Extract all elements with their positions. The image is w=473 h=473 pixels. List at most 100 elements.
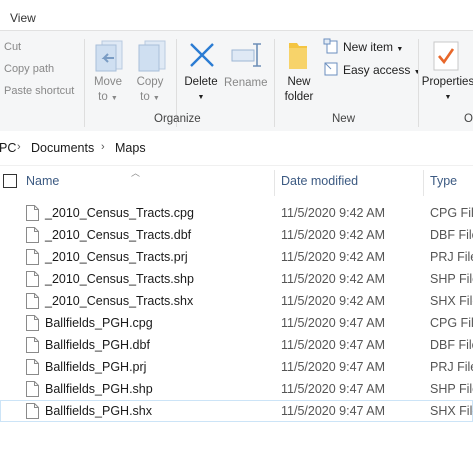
column-header-row: ︿ Name Date modified Type	[0, 166, 473, 198]
breadcrumb-root[interactable]: PC	[0, 141, 16, 155]
chevron-right-icon[interactable]: ›	[101, 141, 105, 153]
new-group-label: New	[332, 113, 356, 125]
file-date-modified: 11/5/2020 9:42 AM	[281, 228, 386, 242]
column-header-type[interactable]: Type	[430, 174, 457, 188]
file-type: SHP File	[430, 382, 473, 396]
delete-x-icon	[188, 41, 216, 74]
easy-access-button[interactable]: Easy access ▼	[343, 63, 421, 77]
file-row[interactable]: _2010_Census_Tracts.dbf 11/5/2020 9:42 AM…	[0, 224, 473, 246]
file-type: CPG File	[430, 316, 473, 330]
sort-up-icon: ︿	[131, 168, 141, 178]
file-date-modified: 11/5/2020 9:47 AM	[281, 404, 386, 418]
breadcrumb-maps[interactable]: Maps	[115, 141, 146, 155]
file-name: _2010_Census_Tracts.cpg	[45, 206, 194, 220]
cut-button[interactable]: Cut	[4, 41, 21, 53]
file-name: _2010_Census_Tracts.shx	[45, 294, 194, 308]
generic-file-icon	[26, 337, 39, 358]
easy-access-icon	[323, 61, 339, 82]
generic-file-icon	[26, 205, 39, 226]
generic-file-icon	[26, 403, 39, 424]
file-date-modified: 11/5/2020 9:42 AM	[281, 206, 386, 220]
generic-file-icon	[26, 227, 39, 248]
file-name: _2010_Census_Tracts.prj	[45, 250, 188, 264]
ribbon-separator	[84, 39, 85, 127]
copy-to-label-line1: Copy	[136, 76, 164, 88]
file-row[interactable]: _2010_Census_Tracts.prj 11/5/2020 9:42 AM…	[0, 246, 473, 268]
delete-label: Delete	[184, 76, 218, 88]
breadcrumb-documents[interactable]: Documents	[31, 141, 94, 155]
file-date-modified: 11/5/2020 9:42 AM	[281, 272, 386, 286]
copy-path-button[interactable]: Copy path	[4, 63, 54, 75]
organize-group-label: Organize	[154, 113, 201, 125]
copy-to-icon	[137, 39, 167, 78]
new-item-label: New item	[343, 40, 394, 54]
easy-access-label: Easy access	[343, 63, 411, 77]
column-header-name[interactable]: Name	[26, 174, 59, 188]
file-type: DBF File	[430, 338, 473, 352]
ribbon: Cut Copy path Paste shortcut Move to ▼ C…	[0, 30, 473, 132]
generic-file-icon	[26, 249, 39, 270]
open-group-label: O	[464, 113, 473, 125]
copy-to-label-line2: to	[140, 91, 150, 103]
move-to-icon	[94, 39, 124, 78]
file-name: Ballfields_PGH.cpg	[45, 316, 153, 330]
new-folder-label-line1: New	[287, 76, 311, 88]
properties-label: Properties	[421, 76, 473, 88]
file-date-modified: 11/5/2020 9:47 AM	[281, 360, 386, 374]
file-date-modified: 11/5/2020 9:42 AM	[281, 250, 386, 264]
file-type: CPG File	[430, 206, 473, 220]
new-item-button[interactable]: New item ▼	[343, 40, 403, 54]
ribbon-tab-strip: View	[0, 0, 473, 30]
chevron-right-icon[interactable]: ›	[17, 141, 21, 153]
generic-file-icon	[26, 381, 39, 402]
tab-view[interactable]: View	[10, 11, 36, 25]
file-row[interactable]: _2010_Census_Tracts.shx 11/5/2020 9:42 AM…	[0, 290, 473, 312]
file-row[interactable]: _2010_Census_Tracts.shp 11/5/2020 9:42 AM…	[0, 268, 473, 290]
new-folder-label-line2: folder	[284, 91, 314, 103]
file-row[interactable]: Ballfields_PGH.dbf 11/5/2020 9:47 AM DBF F…	[0, 334, 473, 356]
file-row[interactable]: _2010_Census_Tracts.cpg 11/5/2020 9:42 AM…	[0, 202, 473, 224]
column-divider[interactable]	[274, 170, 275, 196]
delete-button[interactable]: Delete ▼	[181, 75, 221, 105]
file-name: _2010_Census_Tracts.shp	[45, 272, 194, 286]
file-row[interactable]: Ballfields_PGH.cpg 11/5/2020 9:47 AM CPG F…	[0, 312, 473, 334]
chevron-down-icon: ▼	[152, 95, 160, 102]
file-name: Ballfields_PGH.prj	[45, 360, 147, 374]
move-to-button[interactable]: Move to ▼	[90, 75, 126, 106]
chevron-down-icon: ▼	[197, 94, 205, 101]
rename-icon	[231, 41, 261, 74]
new-folder-button[interactable]: New folder	[280, 75, 318, 105]
generic-file-icon	[26, 359, 39, 380]
new-item-icon	[323, 38, 339, 59]
file-type: PRJ File	[430, 360, 473, 374]
select-all-checkbox[interactable]	[3, 174, 17, 188]
file-date-modified: 11/5/2020 9:47 AM	[281, 316, 386, 330]
move-to-label-line2: to	[98, 91, 108, 103]
file-row[interactable]: Ballfields_PGH.prj 11/5/2020 9:47 AM PRJ F…	[0, 356, 473, 378]
file-name: Ballfields_PGH.dbf	[45, 338, 150, 352]
column-header-date-modified[interactable]: Date modified	[281, 174, 358, 188]
paste-shortcut-button[interactable]: Paste shortcut	[4, 85, 74, 97]
chevron-down-icon: ▼	[444, 94, 452, 101]
chevron-down-icon: ▼	[396, 46, 404, 53]
file-type: SHX File	[430, 294, 473, 308]
file-row[interactable]: Ballfields_PGH.shx 11/5/2020 9:47 AM SHX F…	[0, 400, 473, 422]
ribbon-separator	[418, 39, 419, 127]
rename-button[interactable]: Rename	[224, 76, 267, 91]
file-name: Ballfields_PGH.shp	[45, 382, 153, 396]
properties-check-icon	[432, 40, 460, 77]
chevron-down-icon: ▼	[110, 95, 118, 102]
file-row[interactable]: Ballfields_PGH.shp 11/5/2020 9:47 AM SHP F…	[0, 378, 473, 400]
file-date-modified: 11/5/2020 9:47 AM	[281, 382, 386, 396]
address-bar[interactable]: PC › Documents › Maps	[0, 131, 473, 166]
column-divider[interactable]	[423, 170, 424, 196]
copy-to-button[interactable]: Copy to ▼	[132, 75, 168, 106]
folder-icon	[287, 39, 309, 76]
generic-file-icon	[26, 293, 39, 314]
file-name: _2010_Census_Tracts.dbf	[45, 228, 192, 242]
generic-file-icon	[26, 315, 39, 336]
file-date-modified: 11/5/2020 9:47 AM	[281, 338, 386, 352]
move-to-label-line1: Move	[93, 76, 123, 88]
properties-button[interactable]: Properties ▼	[420, 75, 473, 105]
file-type: DBF File	[430, 228, 473, 242]
